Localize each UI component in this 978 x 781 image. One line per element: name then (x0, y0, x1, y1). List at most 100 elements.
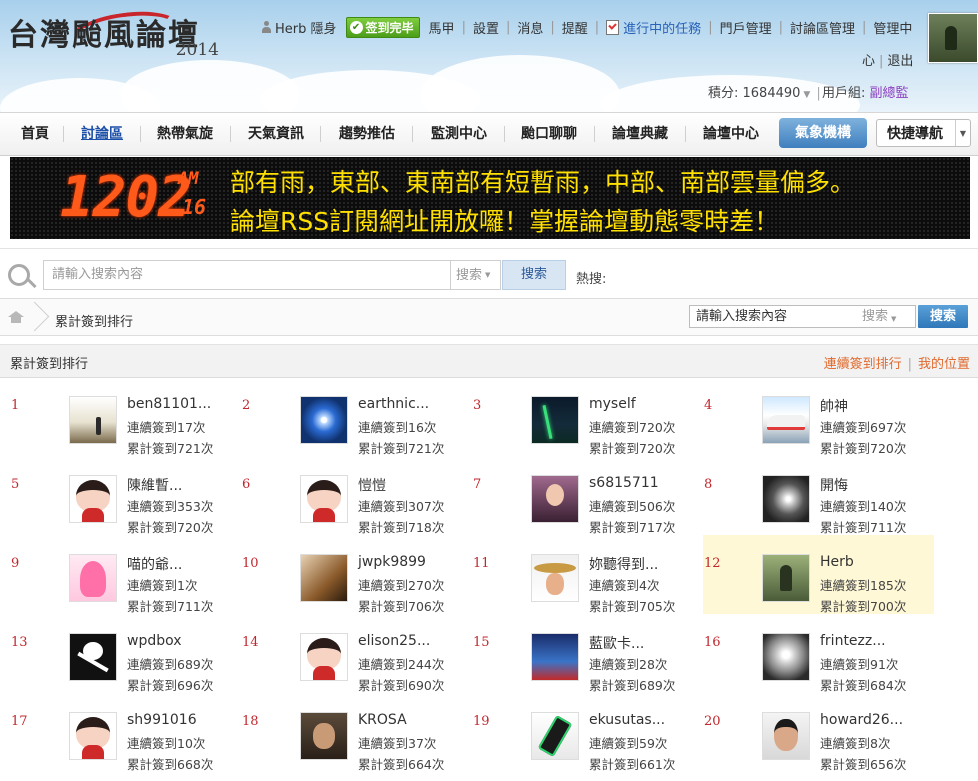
user-avatar[interactable] (928, 13, 978, 63)
member-avatar[interactable] (531, 712, 579, 760)
member-avatar[interactable] (531, 633, 579, 681)
nav-weather-info[interactable]: 天氣資訊 (248, 113, 304, 155)
menu-portal-admin[interactable]: 門戶管理 (715, 18, 777, 37)
divider: | (907, 357, 912, 372)
panel-title: 累計簽到排行 (10, 357, 89, 372)
rank-number: 7 (473, 477, 482, 492)
member-avatar[interactable] (300, 396, 348, 444)
rank-number: 14 (242, 635, 259, 650)
member-name[interactable]: Herb (820, 554, 854, 570)
secondary-search-button[interactable]: 搜索 (918, 305, 968, 328)
member-avatar[interactable] (300, 475, 348, 523)
search-input[interactable]: 請輸入搜索內容 (43, 260, 451, 290)
member-avatar[interactable] (531, 396, 579, 444)
site-logo[interactable]: 台灣颱風論壇 2014 (8, 5, 223, 65)
tasks-in-progress-link[interactable]: 進行中的任務 (601, 18, 706, 37)
nav-archive[interactable]: 論壇典藏 (612, 113, 668, 155)
member-avatar[interactable] (69, 633, 117, 681)
ranking-entry: 14 elison25... 連續簽到244次 累計簽到690次 (239, 614, 470, 693)
member-name[interactable]: 藍歐卡... (589, 633, 644, 653)
streak-count: 連續簽到244次 (358, 657, 445, 672)
member-avatar[interactable] (69, 712, 117, 760)
menu-settings[interactable]: 設置 (468, 18, 504, 37)
menu-messages[interactable]: 消息 (512, 18, 548, 37)
member-avatar[interactable] (69, 554, 117, 602)
menu-admin-center-wrap[interactable]: 心 (862, 54, 875, 69)
member-name[interactable]: wpdbox (127, 633, 182, 649)
logout-link[interactable]: 退出 (887, 54, 913, 69)
member-name[interactable]: 喵的爺... (127, 554, 182, 574)
username[interactable]: Herb (275, 22, 306, 37)
weather-agencies-button[interactable]: 氣象機構 (779, 118, 867, 148)
ranking-entry: 18 KROSA 連續簽到37次 累計簽到664次 (239, 693, 470, 772)
secondary-search-input[interactable]: 請輸入搜索內容 (689, 305, 858, 328)
menu-notifications[interactable]: 提醒 (557, 18, 593, 37)
breadcrumb: 累計簽到排行 請輸入搜索內容 搜索 ▼ 搜索 (0, 298, 978, 336)
member-name[interactable]: frintezz... (820, 633, 886, 649)
led-marquee-line-2[interactable]: 論壇RSS訂閱網址開放囉！掌握論壇動態零時差！ (230, 202, 779, 238)
total-count: 累計簽到668次 (127, 757, 214, 772)
menu-admin-center[interactable]: 管理中 (868, 18, 917, 37)
member-name[interactable]: 開悔 (820, 475, 848, 495)
online-status[interactable]: 隱身 (311, 22, 337, 37)
member-avatar[interactable] (69, 396, 117, 444)
member-avatar[interactable] (762, 633, 810, 681)
member-name[interactable]: ben81101... (127, 396, 211, 412)
secondary-search-type-select[interactable]: 搜索 ▼ (857, 305, 916, 328)
divider: | (594, 19, 600, 35)
member-name[interactable]: elison25... (358, 633, 430, 649)
nav-forum[interactable]: 討論區 (81, 113, 123, 155)
member-avatar[interactable] (762, 396, 810, 444)
credits-display[interactable]: 積分: 1684490 ▼ | (708, 82, 821, 101)
my-position-link[interactable]: 我的位置 (918, 357, 970, 372)
member-name[interactable]: sh991016 (127, 712, 197, 728)
member-name[interactable]: 愷愷 (358, 475, 386, 495)
menu-forum-admin[interactable]: 討論區管理 (785, 18, 860, 37)
member-avatar[interactable] (531, 554, 579, 602)
streak-ranking-link[interactable]: 連續簽到排行 (824, 357, 902, 372)
quick-nav-dropdown[interactable]: 快捷導航 ▼ (876, 119, 971, 147)
member-name[interactable]: ekusutas... (589, 712, 665, 728)
nav-monitoring-center[interactable]: 監測中心 (431, 113, 487, 155)
nav-trend-forecast[interactable]: 趨勢推估 (339, 113, 395, 155)
member-avatar[interactable] (762, 554, 810, 602)
nav-tropical-cyclone[interactable]: 熱帶氣旋 (157, 113, 213, 155)
member-name[interactable]: s6815711 (589, 475, 659, 491)
rank-number: 1 (11, 398, 20, 413)
member-avatar[interactable] (762, 712, 810, 760)
ranking-entry: 20 howard26... 連續簽到8次 累計簽到656次 (703, 693, 934, 772)
member-name[interactable]: earthnic... (358, 396, 429, 412)
menu-sockpuppet[interactable]: 馬甲 (424, 18, 460, 37)
member-avatar[interactable] (300, 712, 348, 760)
nav-forum-center[interactable]: 論壇中心 (703, 113, 759, 155)
member-avatar[interactable] (531, 475, 579, 523)
member-avatar[interactable] (762, 475, 810, 523)
user-menu[interactable]: Herb 隱身 (256, 18, 342, 37)
panel-links: 連續簽到排行 | 我的位置 (824, 353, 970, 372)
streak-count: 連續簽到59次 (589, 736, 668, 751)
member-avatar[interactable] (69, 475, 117, 523)
member-name[interactable]: myself (589, 396, 636, 412)
checkin-button[interactable]: ✔ 签到完毕 (345, 16, 420, 38)
usergroup-value[interactable]: 副總監 (870, 86, 909, 101)
search-button[interactable]: 搜索 (502, 260, 566, 290)
nav-divider (412, 126, 413, 142)
member-name[interactable]: 妳聽得到... (589, 554, 658, 574)
total-count: 累計簽到717次 (589, 520, 676, 535)
rank-number: 17 (11, 714, 28, 729)
rank-number: 4 (704, 398, 713, 413)
usergroup-label: 用戶組: (822, 86, 870, 101)
member-avatar[interactable] (300, 554, 348, 602)
member-name[interactable]: 陳維暫... (127, 475, 182, 495)
member-name[interactable]: 帥神 (820, 396, 848, 416)
total-count: 累計簽到689次 (589, 678, 676, 693)
nav-chat[interactable]: 颱口聊聊 (521, 113, 577, 155)
search-type-select[interactable]: 搜索 ▼ (450, 260, 501, 290)
ranking-entry: 9 喵的爺... 連續簽到1次 累計簽到711次 (8, 535, 239, 614)
nav-home[interactable]: 首頁 (21, 113, 49, 155)
member-name[interactable]: howard26... (820, 712, 903, 728)
member-avatar[interactable] (300, 633, 348, 681)
member-name[interactable]: jwpk9899 (358, 554, 426, 570)
member-name[interactable]: KROSA (358, 712, 407, 728)
total-count: 累計簽到720次 (127, 520, 214, 535)
